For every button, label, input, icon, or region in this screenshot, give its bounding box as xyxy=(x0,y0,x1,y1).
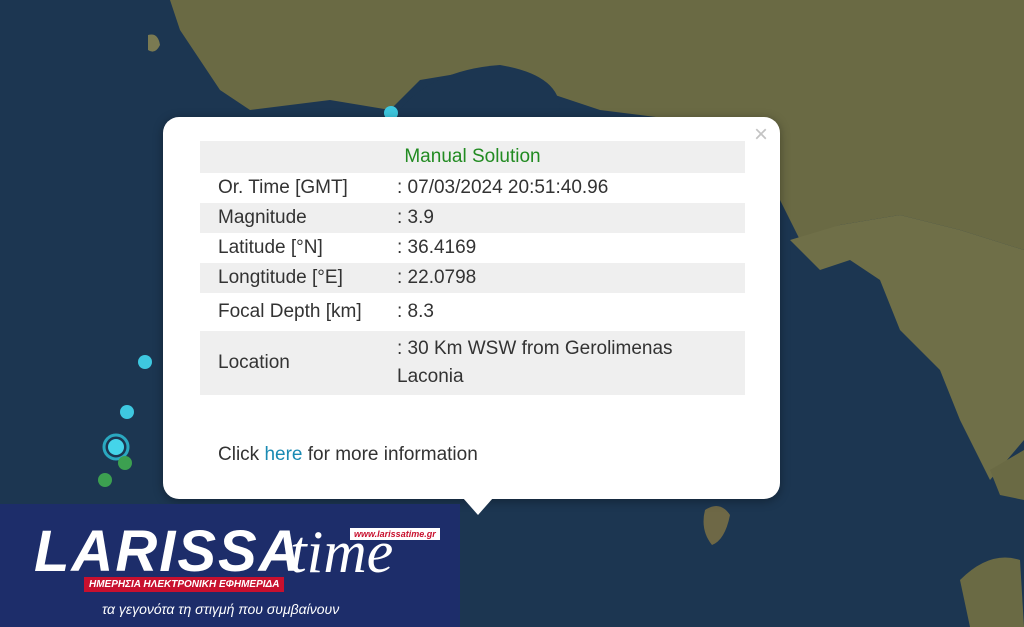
row-value: : 8.3 xyxy=(397,301,434,322)
table-row: Longtitude [°E] : 22.0798 xyxy=(200,263,745,293)
row-value: : 22.0798 xyxy=(391,263,745,293)
more-info-line: Click here for more information xyxy=(218,444,478,466)
logo-tagline: τα γεγονότα τη στιγμή που συμβαίνουν xyxy=(102,601,340,617)
row-label: Longtitude [°E] xyxy=(200,263,391,293)
row-value: : 30 Km WSW from Gerolimenas Laconia xyxy=(391,331,745,395)
quake-marker[interactable] xyxy=(138,355,152,369)
table-row: Focal Depth [km] : 8.3 xyxy=(200,293,745,331)
logo-url: www.larissatime.gr xyxy=(350,528,440,540)
table-row: Or. Time [GMT] : 07/03/2024 20:51:40.96 xyxy=(200,173,745,203)
quake-marker-selected[interactable] xyxy=(108,439,124,455)
popup-title: Manual Solution xyxy=(200,141,745,173)
more-info-suffix: for more information xyxy=(302,444,478,465)
row-label: Location xyxy=(200,331,391,395)
close-icon[interactable]: × xyxy=(754,123,768,147)
logo-subtitle: ΗΜΕΡΗΣΙΑ ΗΛΕΚΤΡΟΝΙΚΗ ΕΦΗΜΕΡΙΔΑ xyxy=(84,577,285,592)
row-value: : 07/03/2024 20:51:40.96 xyxy=(397,177,609,198)
quake-marker[interactable] xyxy=(120,405,134,419)
table-row: Location : 30 Km WSW from Gerolimenas La… xyxy=(200,331,745,395)
row-label: Magnitude xyxy=(200,203,391,233)
logo-main-text: LARISSA xyxy=(34,519,303,584)
quake-marker[interactable] xyxy=(98,473,112,487)
more-info-link[interactable]: here xyxy=(264,444,302,465)
table-row: Latitude [°N] : 36.4169 xyxy=(200,233,745,263)
quake-info-popup: × Manual Solution Or. Time [GMT] : 07/03… xyxy=(163,117,780,515)
table-row: Magnitude : 3.9 xyxy=(200,203,745,233)
row-label: Focal Depth [km] xyxy=(218,301,362,322)
more-info-prefix: Click xyxy=(218,444,265,465)
quake-marker[interactable] xyxy=(118,456,132,470)
quake-details-table: Manual Solution Or. Time [GMT] : 07/03/2… xyxy=(200,141,745,395)
row-label: Or. Time [GMT] xyxy=(218,177,348,198)
row-value: : 3.9 xyxy=(391,203,745,233)
popup-tip xyxy=(463,498,493,515)
row-value: : 36.4169 xyxy=(397,237,477,258)
larissatime-logo: LARISSA time www.larissatime.gr ΗΜΕΡΗΣΙΑ… xyxy=(0,504,460,627)
row-label: Latitude [°N] xyxy=(218,237,323,258)
